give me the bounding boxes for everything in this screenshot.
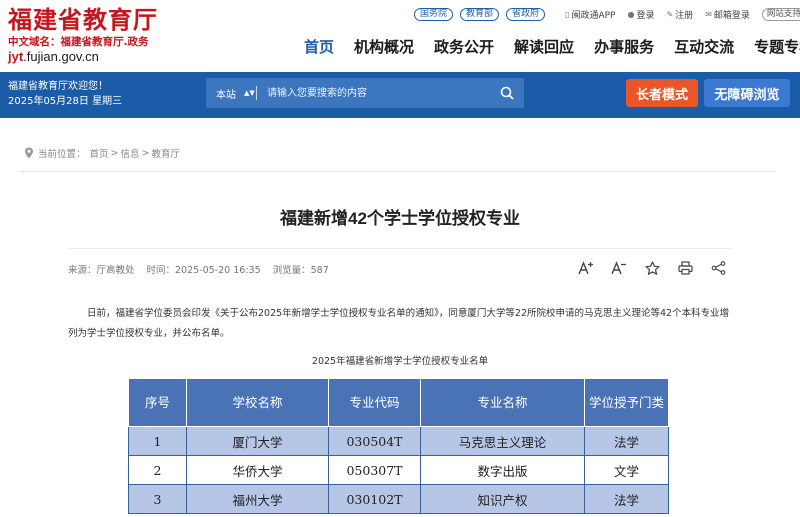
location-icon [25,147,33,159]
col-header-category: 学位授予门类 [584,378,669,427]
col-header-code: 专业代码 [328,378,421,427]
search-button[interactable] [490,78,524,108]
welcome-block: 福建省教育厅欢迎您！ 2025年05月28日 星期三 [8,79,122,109]
ipv6-badge: 网站支持IPV6 [761,7,800,21]
article-title: 福建新增42个学士学位授权专业 [280,209,520,228]
link-register[interactable]: ✎ 注册 [666,8,693,21]
breadcrumb-divider [20,171,776,172]
col-header-school: 学校名称 [186,378,329,427]
breadcrumb-home[interactable]: 首页 [90,146,109,160]
site-cn-domain: 中文域名：福建省教育厅.政务 [8,36,149,48]
welcome-text: 福建省教育厅欢迎您！ [8,81,108,92]
breadcrumb-separator: > [110,147,119,159]
cell-index: 2 [128,455,187,485]
article-paragraph: 日前，福建省学位委员会印发《关于公布2025年新增学士学位授权专业名单的通知》，… [68,308,730,339]
site-domain: jyt.fujian.gov.cn [8,49,99,64]
elder-mode-button[interactable]: 长者模式 [626,79,698,107]
cell-code: 030504T [328,426,421,456]
nav-organization[interactable]: 机构概况 [354,36,414,57]
table-row: 3 福州大学 030102T 知识产权 法学 [128,484,669,514]
cell-school: 厦门大学 [186,426,329,456]
nav-home[interactable]: 首页 [304,36,334,57]
article-time: 时间：2025-05-20 16:35 [146,265,261,276]
font-decrease-button[interactable] [611,260,627,276]
cell-index: 1 [128,426,187,456]
font-increase-icon [578,261,593,275]
link-email[interactable]: ✉ 邮箱登录 [705,8,750,21]
table-caption: 2025年福建省新增学士学位授权专业名单 [311,356,489,367]
breadcrumb-info[interactable]: 信息 [121,146,140,160]
table-header-row: 序号 学校名称 专业代码 专业名称 学位授予门类 [128,378,669,427]
article-views: 浏览量：587 [272,265,329,276]
link-provincial-gov[interactable]: 省政府 [506,7,546,21]
favorite-button[interactable] [644,260,660,276]
mail-icon: ✉ [705,9,712,19]
site-header: 福建省教育厅 中文域名：福建省教育厅.政务 jyt.fujian.gov.cn … [0,0,800,72]
link-ministry-education[interactable]: 教育部 [460,7,500,21]
cell-category: 法学 [584,426,669,456]
user-icon: ● [627,9,635,19]
main-nav: 首页 机构概况 政务公开 解读回应 办事服务 互动交流 专题专栏 [304,36,800,57]
breadcrumb: 当前位置： 首页 > 信息 > 教育厅 [24,146,180,160]
cell-category: 文学 [584,455,669,485]
search-icon [500,86,514,100]
edit-icon: ✎ [666,9,674,19]
updown-arrow-icon: ▲▼ [244,89,255,97]
phone-icon: ▯ [565,9,570,19]
cell-major: 知识产权 [420,484,585,514]
breadcrumb-separator: > [141,147,150,159]
breadcrumb-label: 当前位置： [38,149,86,160]
col-header-index: 序号 [128,378,187,427]
col-header-major: 专业名称 [420,378,585,427]
article-tools [578,260,743,276]
search-box: 本站 ▲▼ [206,78,524,108]
share-icon [711,261,725,275]
cell-major: 马克思主义理论 [420,426,585,456]
cell-category: 法学 [584,484,669,514]
cell-major: 数字出版 [420,455,585,485]
nav-interaction[interactable]: 互动交流 [674,36,734,57]
cell-school: 福州大学 [186,484,329,514]
cell-code: 050307T [328,455,421,485]
star-icon [644,260,660,275]
search-bar: 福建省教育厅欢迎您！ 2025年05月28日 星期三 本站▲▼ 长者模式 无障碍… [0,72,800,118]
breadcrumb-department[interactable]: 教育厅 [151,146,180,160]
top-links: 国务院 教育部 省政府 ▯闽政通APP ●登录 ✎注册 ✉邮箱登录 网站支持IP… [414,6,800,22]
site-title: 福建省教育厅 [8,5,158,34]
site-logo[interactable]: 福建省教育厅 中文域名：福建省教育厅.政务 jyt.fujian.gov.cn [8,6,158,65]
cell-code: 030102T [328,484,421,514]
link-login[interactable]: ● 登录 [627,8,654,21]
nav-services[interactable]: 办事服务 [594,36,654,57]
current-date: 2025年05月28日 星期三 [8,96,123,107]
search-scope-select[interactable]: 本站 ▲▼ [206,86,256,101]
table-row: 2 华侨大学 050307T 数字出版 文学 [128,455,669,485]
link-app[interactable]: ▯ 闽政通APP [565,8,615,21]
nav-topics[interactable]: 专题专栏 [754,36,800,57]
font-increase-button[interactable] [578,260,594,276]
table-row: 1 厦门大学 030504T 马克思主义理论 法学 [128,426,669,456]
meta-divider [68,248,732,249]
search-input[interactable] [267,80,490,106]
nav-interpretation[interactable]: 解读回应 [514,36,574,57]
accessible-browse-button[interactable]: 无障碍浏览 [704,79,790,107]
majors-table: 序号 学校名称 专业代码 专业名称 学位授予门类 1 厦门大学 030504T … [128,378,669,514]
cell-school: 华侨大学 [186,455,329,485]
link-state-council[interactable]: 国务院 [414,7,454,21]
search-divider [256,86,257,100]
article-meta: 来源：厅高教处 时间：2025-05-20 16:35 浏览量：587 [68,262,341,276]
share-button[interactable] [710,260,726,276]
article-source: 来源：厅高教处 [68,265,135,276]
print-icon [677,261,693,275]
font-decrease-icon [611,261,626,275]
cell-index: 3 [128,484,187,514]
nav-gov-affairs[interactable]: 政务公开 [434,36,494,57]
print-button[interactable] [677,260,693,276]
